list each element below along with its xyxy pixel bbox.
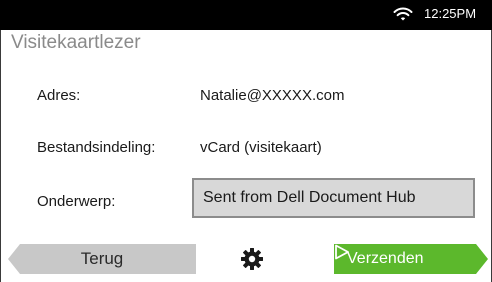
address-label: Adres: [37, 87, 81, 104]
send-button-label: Verzenden [347, 250, 424, 267]
address-value[interactable]: Natalie@XXXXX.com [200, 87, 344, 105]
subject-field[interactable]: Sent from Dell Document Hub [192, 178, 475, 218]
status-clock: 12:25PM [424, 6, 477, 21]
file-format-value[interactable]: vCard (visitekaart) [200, 139, 322, 157]
back-button-label: Terug [80, 249, 124, 268]
file-format-label: Bestandsindeling: [37, 139, 156, 156]
play-icon [335, 244, 349, 260]
send-button[interactable]: Verzenden [334, 244, 488, 274]
page-title: Visitekaartlezer [11, 32, 141, 53]
subject-label: Onderwerp: [37, 193, 116, 210]
status-bar: 12:25PM [0, 0, 492, 30]
left-border [0, 30, 1, 282]
screen: 12:25PM Visitekaartlezer Adres: Natalie@… [0, 0, 492, 282]
back-button[interactable]: Terug [8, 244, 196, 274]
gear-icon[interactable] [240, 247, 264, 271]
wifi-icon [393, 7, 413, 21]
